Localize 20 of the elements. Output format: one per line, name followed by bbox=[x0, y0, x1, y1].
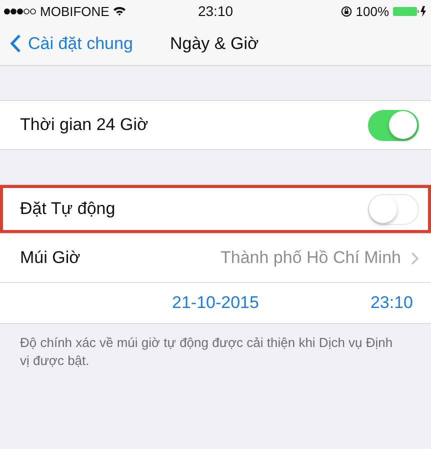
setting-value: Thành phố Hồ Chí Minh bbox=[220, 248, 401, 268]
back-button[interactable]: Cài đặt chung bbox=[10, 34, 133, 54]
rotation-lock-icon bbox=[340, 6, 352, 16]
setting-label: Thời gian 24 Giờ bbox=[20, 115, 150, 135]
status-time: 23:10 bbox=[198, 3, 234, 19]
chevron-right-icon bbox=[411, 252, 419, 264]
battery-percent: 100% bbox=[356, 4, 389, 18]
setting-label: Múi Giờ bbox=[20, 248, 82, 268]
signal-icon bbox=[4, 8, 36, 14]
time-value[interactable]: 23:10 bbox=[370, 293, 413, 313]
footer-note: Độ chính xác về múi giờ tự động được cải thiện khi Dịch vụ Định vị được bật. bbox=[20, 334, 394, 370]
wifi-icon bbox=[113, 6, 126, 16]
battery-charging-icon bbox=[393, 6, 427, 16]
carrier-name: MOBIFONE bbox=[40, 4, 110, 18]
chevron-left-icon bbox=[10, 34, 21, 53]
toggle-switch[interactable] bbox=[368, 110, 419, 140]
date-value[interactable]: 21-10-2015 bbox=[172, 293, 259, 313]
setting-row[interactable]: Múi Giờ Thành phố Hồ Chí Minh bbox=[0, 233, 431, 282]
setting-label: Đặt Tự động bbox=[20, 199, 116, 219]
screen-title: Ngày & Giờ bbox=[170, 34, 259, 54]
